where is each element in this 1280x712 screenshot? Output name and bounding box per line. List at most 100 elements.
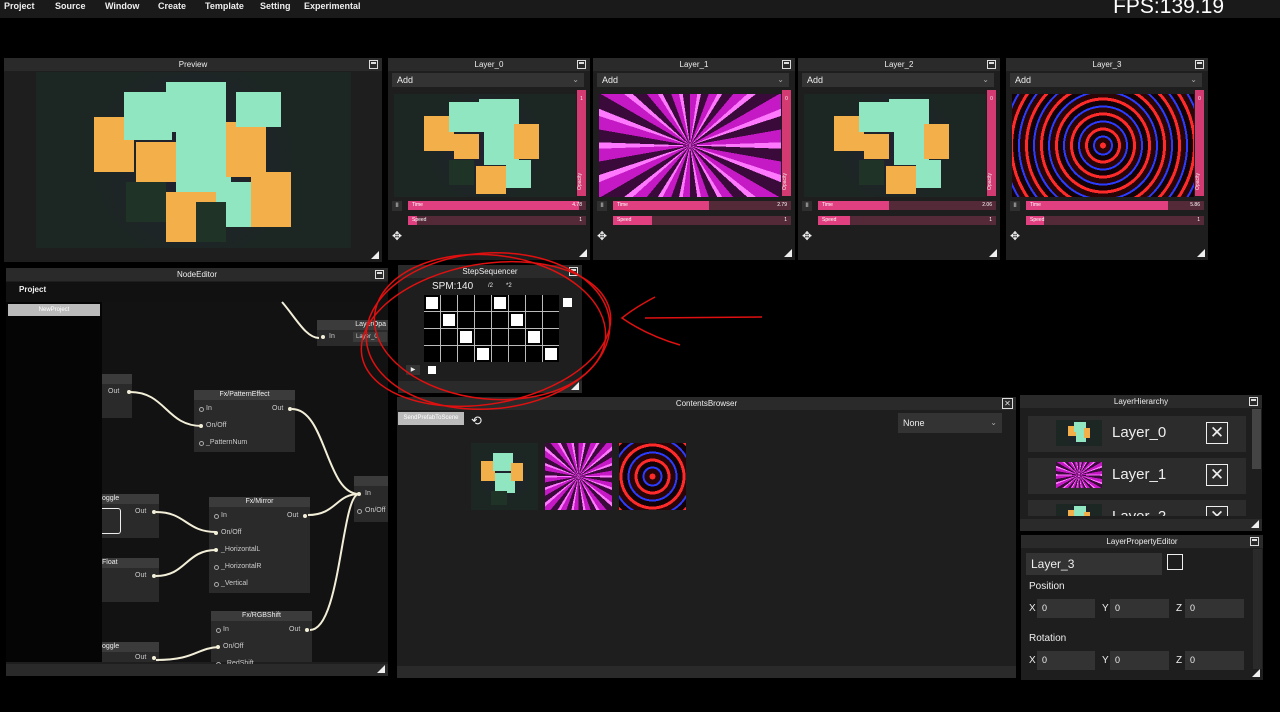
horizontal-scrollbar[interactable] [397,666,1016,678]
rotation-z-field[interactable]: 0 [1185,651,1244,670]
layer-name-field[interactable]: Layer_3 [1026,553,1162,575]
resize-handle[interactable] [579,249,587,257]
position-z-field[interactable]: 0 [1185,599,1244,618]
collapse-icon[interactable] [369,60,378,69]
step-cell[interactable] [424,312,440,328]
remove-layer-icon[interactable]: ✕ [1206,506,1228,516]
step-cell[interactable] [424,295,440,311]
speed-slider[interactable]: Speed 1 [818,216,996,225]
step-cell[interactable] [441,346,457,362]
step-cell[interactable] [475,346,491,362]
step-cell[interactable] [526,312,542,328]
stop-square[interactable] [428,366,436,374]
opacity-slider[interactable]: 0 Opacity [987,90,996,196]
collapse-icon[interactable] [1195,60,1204,69]
step-cell[interactable] [509,346,525,362]
blend-mode-dropdown[interactable]: Add ⌄ [597,73,789,87]
double-tempo-button[interactable]: *2 [506,283,512,289]
menu-source[interactable]: Source [55,1,86,11]
position-y-field[interactable]: 0 [1110,599,1169,618]
step-cell[interactable] [475,312,491,328]
time-slider[interactable]: Time 2.06 [818,201,996,210]
speed-slider[interactable]: Speed 1 [408,216,586,225]
position-x-field[interactable]: 0 [1037,599,1095,618]
menu-experimental[interactable]: Experimental [304,1,361,11]
opacity-slider[interactable]: 1 Opacity [577,90,586,196]
step-cell[interactable] [509,312,525,328]
close-icon[interactable]: ✕ [1002,398,1013,409]
pause-button[interactable]: II [1010,201,1020,211]
time-slider[interactable]: Time 4.78 [408,201,586,210]
speed-slider[interactable]: Speed 1 [613,216,791,225]
remove-layer-icon[interactable]: ✕ [1206,464,1228,486]
refresh-icon[interactable]: ⟲ [471,414,482,427]
move-icon[interactable]: ✥ [1010,230,1022,242]
resize-handle[interactable] [1252,669,1260,677]
step-cell[interactable] [492,312,508,328]
step-cell[interactable] [509,329,525,345]
collapse-icon[interactable] [1250,537,1259,546]
collapse-icon[interactable] [782,60,791,69]
layer-hierarchy-item[interactable]: Layer_0 ✕ [1028,416,1246,452]
remove-layer-icon[interactable]: ✕ [1206,422,1228,444]
move-icon[interactable]: ✥ [392,230,404,242]
pause-button[interactable]: II [392,201,402,211]
step-cell[interactable] [458,312,474,328]
move-icon[interactable]: ✥ [802,230,814,242]
step-cell[interactable] [458,346,474,362]
collapse-icon[interactable] [987,60,996,69]
step-cell[interactable] [509,295,525,311]
step-cell[interactable] [441,312,457,328]
pause-button[interactable]: II [802,201,812,211]
step-cell[interactable] [492,329,508,345]
menu-project[interactable]: Project [4,1,35,11]
menu-window[interactable]: Window [105,1,139,11]
resize-handle[interactable] [784,249,792,257]
step-cell[interactable] [492,295,508,311]
blend-mode-dropdown[interactable]: Add ⌄ [392,73,584,87]
send-prefab-button[interactable]: SendPrefabToScene [398,412,464,425]
step-cell[interactable] [458,295,474,311]
time-slider[interactable]: Time 5.86 [1026,201,1204,210]
vertical-scrollbar[interactable] [1253,549,1262,669]
collapse-icon[interactable] [569,267,578,276]
pause-button[interactable]: II [597,201,607,211]
blend-mode-dropdown[interactable]: Add ⌄ [1010,73,1202,87]
step-cell[interactable] [543,312,559,328]
menu-template[interactable]: Template [205,1,244,11]
move-icon[interactable]: ✥ [597,230,609,242]
content-thumb-red-tunnel[interactable] [619,443,686,510]
speed-slider[interactable]: Speed 1 [1026,216,1204,225]
layer-hierarchy-item[interactable]: Layer_2 ✕ [1028,500,1246,516]
step-cell[interactable] [441,295,457,311]
collapse-icon[interactable] [1249,397,1258,406]
step-cell[interactable] [526,329,542,345]
resize-handle[interactable] [377,665,385,673]
contents-filter-dropdown[interactable]: None ⌄ [898,413,1002,433]
toggle-square[interactable] [563,298,572,307]
resize-handle[interactable] [1251,520,1259,528]
content-thumb-purple-tunnel[interactable] [545,443,612,510]
visibility-checkbox[interactable] [1167,554,1183,570]
horizontal-scrollbar[interactable] [6,664,388,676]
step-cell[interactable] [543,329,559,345]
resize-handle[interactable] [571,382,579,390]
play-button[interactable]: ▶ [406,365,420,375]
menu-setting[interactable]: Setting [260,1,291,11]
resize-handle[interactable] [989,249,997,257]
step-cell[interactable] [475,295,491,311]
step-cell[interactable] [424,329,440,345]
step-cell[interactable] [543,346,559,362]
opacity-slider[interactable]: 0 Opacity [1195,90,1204,196]
collapse-icon[interactable] [577,60,586,69]
step-cell[interactable] [526,346,542,362]
step-cell[interactable] [492,346,508,362]
step-cell[interactable] [424,346,440,362]
rotation-x-field[interactable]: 0 [1037,651,1095,670]
resize-handle[interactable] [1197,249,1205,257]
spm-label[interactable]: SPM:140 [432,281,473,292]
half-tempo-button[interactable]: /2 [488,283,493,289]
menu-create[interactable]: Create [158,1,186,11]
rotation-y-field[interactable]: 0 [1110,651,1169,670]
vertical-scrollbar[interactable] [1252,409,1261,469]
